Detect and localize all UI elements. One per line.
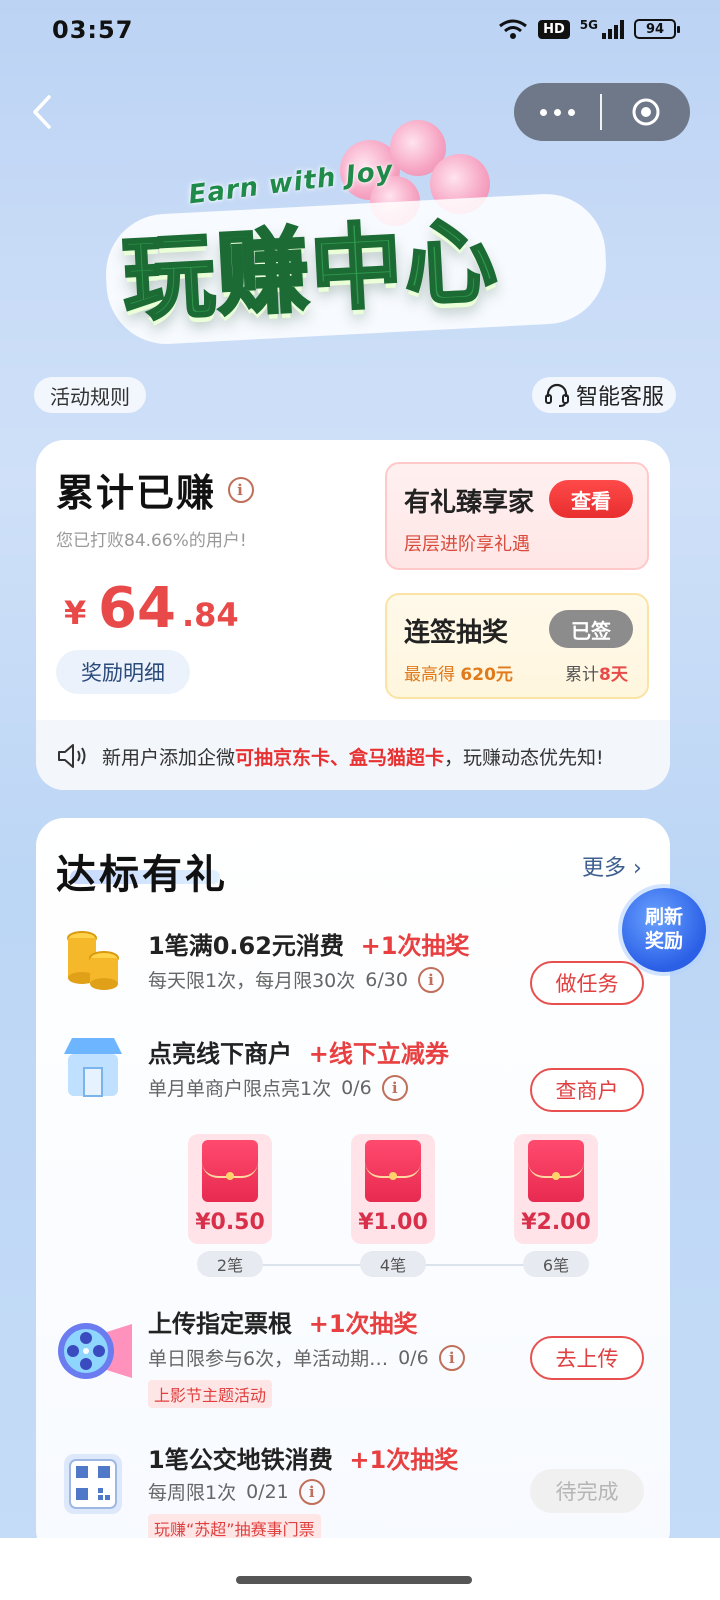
signin-max-prefix: 最高得 [404,665,461,685]
headset-icon [545,383,569,407]
task-title: 1笔满0.62元消费 +1次抽奖 [148,926,469,961]
do-task-button[interactable]: 做任务 [530,961,644,1005]
info-icon[interactable]: i [438,1344,465,1371]
info-icon[interactable]: i [298,1478,325,1505]
currency-symbol: ¥ [64,594,87,632]
signin-title: 连签抽奖 [404,618,509,648]
notice-before: 新用户添加企微 [102,746,236,769]
earnings-rank-text: 您已打败84.66%的用户! [56,531,247,551]
task-desc: 单日限参与6次，单活动期… 0/6 i [148,1344,465,1371]
task-title-text: 上传指定票根 [148,1310,292,1338]
notice-after: ，玩赚动态优先知! [444,746,604,769]
task-progress: 6/30 [365,968,408,991]
gold-coins-icon [62,922,124,992]
chevron-left-icon [33,95,51,129]
pending-button[interactable]: 待完成 [530,1469,644,1513]
signin-max-reward: 最高得 620元 [404,660,513,685]
battery-icon: 94 [634,19,680,39]
status-time: 03:57 [52,16,134,44]
close-circle-icon [632,98,660,126]
task-desc-text: 单日限参与6次，单活动期… [148,1348,389,1370]
signin-total-value: 8天 [599,665,628,685]
earnings-title: 累计已赚 i [56,462,255,517]
task-desc-text: 每天限1次，每月限30次 [148,970,356,992]
film-reel-icon [54,1316,134,1386]
hero-title: 玩赚中心 [118,206,502,336]
task-title: 上传指定票根 +1次抽奖 [148,1304,418,1339]
red-envelope-icon [365,1140,421,1202]
notice-highlight: 可抽京东卡、盒马猫超卡 [235,746,445,769]
refresh-reward-button[interactable]: 刷新 奖励 [622,888,706,972]
task-desc: 每天限1次，每月限30次 6/30 i [148,966,444,993]
info-icon[interactable]: i [381,1074,408,1101]
task-tag: 上影节主题活动 [148,1380,273,1408]
signal-icon [602,19,624,39]
task-reward: +1次抽奖 [308,1310,418,1338]
reward-detail-button[interactable]: 奖励明细 [56,650,190,694]
task-progress: 0/6 [341,1076,372,1099]
step-label: 4笔 [360,1251,426,1277]
amount-integer: 64 [98,576,176,641]
signin-total: 累计8天 [565,660,628,685]
step-label: 6笔 [523,1251,589,1277]
red-packet[interactable]: ¥0.50 [188,1134,272,1244]
hd-badge: HD [538,19,570,39]
task-reward: +1次抽奖 [349,1446,459,1474]
task-progress: 0/6 [398,1346,429,1369]
speaker-icon [58,744,86,768]
storefront-icon [62,1034,124,1100]
red-packet-amount: ¥0.50 [195,1210,265,1235]
battery-level: 94 [645,21,665,37]
home-indicator[interactable] [236,1576,472,1584]
notice-text: 新用户添加企微可抽京东卡、盒马猫超卡，玩赚动态优先知! [102,743,604,770]
step-label: 2笔 [197,1251,263,1277]
tasks-title: 达标有礼 [56,852,228,898]
activity-rules-link[interactable]: 活动规则 [34,377,146,413]
task-title-text: 1笔公交地铁消费 [148,1446,333,1474]
vip-subtitle: 层层进阶享礼遇 [404,534,530,555]
status-icons: HD 5G 94 [498,18,680,40]
smart-service-label: 智能客服 [576,385,665,410]
view-merchant-button[interactable]: 查商户 [530,1068,644,1112]
task-progress: 0/21 [246,1480,289,1503]
qr-code-icon [62,1452,124,1516]
task-reward: +1次抽奖 [360,932,470,960]
refresh-line1: 刷新 [644,906,683,929]
red-packet-amount: ¥2.00 [521,1210,591,1235]
refresh-line2: 奖励 [644,930,683,952]
task-title: 点亮线下商户 +线下立减券 [148,1034,449,1069]
task-desc-text: 单月单商户限点亮1次 [148,1078,332,1100]
signed-button[interactable]: 已签 [549,610,633,648]
bottom-safe-area [0,1538,720,1600]
red-packet[interactable]: ¥1.00 [351,1134,435,1244]
vip-title: 有礼臻享家 [404,488,535,518]
task-desc: 单月单商户限点亮1次 0/6 i [148,1074,408,1101]
more-link[interactable]: 更多 › [582,850,642,882]
red-envelope-icon [202,1140,258,1202]
red-envelope-icon [528,1140,584,1202]
upload-button[interactable]: 去上传 [530,1336,644,1380]
smart-service-link[interactable]: 智能客服 [532,377,677,413]
info-icon[interactable]: i [417,966,444,993]
task-reward: +线下立减券 [308,1040,449,1068]
network-label: 5G [579,18,598,32]
red-packet-amount: ¥1.00 [358,1210,428,1235]
back-button[interactable] [24,90,60,134]
signin-total-prefix: 累计 [565,665,599,685]
task-title: 1笔公交地铁消费 +1次抽奖 [148,1440,458,1475]
task-desc: 每周限1次 0/21 i [148,1478,325,1505]
task-title-text: 点亮线下商户 [148,1040,292,1068]
vip-view-button[interactable]: 查看 [549,480,633,518]
task-title-text: 1笔满0.62元消费 [148,932,344,960]
amount-decimal: .84 [182,596,239,634]
signin-max-value: 620元 [460,665,513,685]
task-desc-text: 每周限1次 [148,1482,237,1504]
earnings-title-text: 累计已赚 [56,471,217,515]
notice-bar[interactable]: 新用户添加企微可抽京东卡、盒马猫超卡，玩赚动态优先知! [56,742,656,770]
wifi-icon [499,19,528,39]
info-icon[interactable]: i [228,476,255,503]
red-packet[interactable]: ¥2.00 [514,1134,598,1244]
